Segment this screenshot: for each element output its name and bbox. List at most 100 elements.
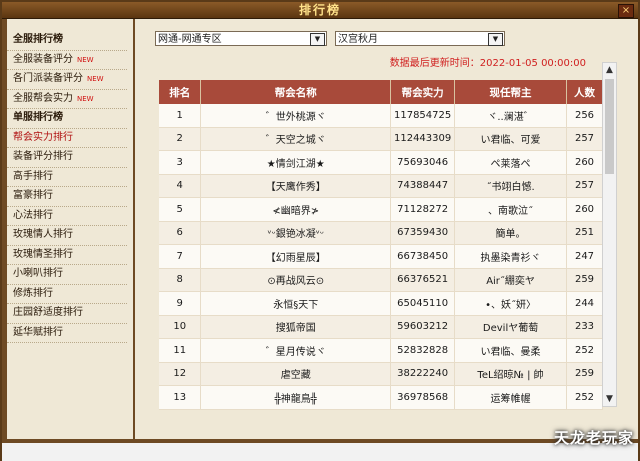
- sidebar-item[interactable]: 全服装备评分 NEW: [7, 51, 127, 70]
- sidebar-item[interactable]: 延华赋排行: [7, 324, 127, 343]
- sidebar-item-label: 全服帮会实力: [13, 92, 73, 104]
- member-count-cell: 233: [566, 315, 603, 339]
- sidebar-item-label: 帮会实力排行: [13, 131, 73, 143]
- guild-power-cell: 67359430: [390, 221, 456, 245]
- guild-leader-cell: ヾ..澜湛゛: [454, 104, 567, 128]
- member-count-cell: 257: [566, 127, 603, 151]
- guild-power-cell: 59603212: [390, 315, 456, 339]
- rank-cell: 5: [159, 197, 202, 222]
- guild-name-cell: ≮幽暗界≯: [200, 197, 392, 222]
- guild-name-cell: 【幻雨星辰】: [200, 244, 392, 269]
- rank-cell: 4: [159, 174, 202, 198]
- guild-power-cell: 117854725: [390, 104, 456, 128]
- server-select-value: 汉宫秋月: [338, 34, 378, 45]
- table-row[interactable]: 9 永恒§天下 65045110 •、妖˝妍〉 244: [159, 291, 603, 316]
- sidebar-item-label: 玫瑰情圣排行: [13, 248, 73, 260]
- table-row[interactable]: 10 搜狐帝国 59603212 Devilヤ葡萄 233: [159, 315, 603, 339]
- sidebar-item[interactable]: 心法排行: [7, 207, 127, 226]
- new-badge: NEW: [77, 55, 94, 64]
- scroll-thumb[interactable]: [605, 79, 614, 174]
- sidebar-item[interactable]: 小喇叭排行: [7, 265, 127, 285]
- table-row[interactable]: 13 ╬神龍鳥╬ 36978568 运筹帷幄 252: [159, 385, 603, 410]
- sidebar-item-label: 富豪排行: [13, 190, 53, 201]
- ranking-window: 排行榜 × 全服排行榜 全服装备评分 NEW 各门派装备评分 NEW 全服帮会实力 NEW 单…: [0, 0, 640, 461]
- guild-power-cell: 75693046: [390, 150, 456, 175]
- header-guild-power[interactable]: 帮会实力: [390, 80, 456, 104]
- sidebar: 全服排行榜 全服装备评分 NEW 各门派装备评分 NEW 全服帮会实力 NEW 单服排行榜 帮会…: [7, 19, 135, 439]
- sidebar-item-label: 全服装备评分: [13, 53, 73, 65]
- chevron-down-icon[interactable]: ▼: [310, 33, 325, 46]
- guild-leader-cell: Devilヤ葡萄: [454, 315, 567, 339]
- guild-leader-cell: •、妖˝妍〉: [454, 291, 567, 316]
- sidebar-item[interactable]: 庄园舒适度排行: [7, 304, 127, 324]
- header-rank[interactable]: 排名: [159, 80, 202, 104]
- rank-cell: 2: [159, 127, 202, 151]
- header-member-count[interactable]: 人数: [566, 80, 603, 104]
- window-title: 排行榜: [298, 3, 341, 17]
- watermark-text: 天龙老玩家: [553, 429, 634, 447]
- sidebar-item[interactable]: 帮会实力排行: [7, 129, 127, 148]
- table-row[interactable]: 3 ★情剑江湖★ 75693046 ペ莱落ペ 260: [159, 150, 603, 175]
- sidebar-item[interactable]: 玫瑰情圣排行: [7, 246, 127, 265]
- guild-power-cell: 52832828: [390, 338, 456, 363]
- guild-name-cell: ╬神龍鳥╬: [200, 385, 392, 410]
- sidebar-item[interactable]: 高手排行: [7, 168, 127, 187]
- server-select[interactable]: 汉宫秋月 ▼: [335, 31, 505, 46]
- scroll-up-arrow-icon[interactable]: ▲: [603, 63, 616, 77]
- guild-power-cell: 65045110: [390, 291, 456, 316]
- table-row[interactable]: 11 ゛星月传说ヾ 52832828 い君临、曼柔 252: [159, 338, 603, 363]
- guild-name-cell: ゛世外桃源ヾ: [200, 104, 392, 128]
- guild-leader-cell: い君临、可爱: [454, 127, 567, 151]
- header-guild-leader[interactable]: 现任帮主: [454, 80, 567, 104]
- footer-bar: [2, 443, 638, 461]
- table-row[interactable]: 7 【幻雨星辰】 66738450 执墨染青衫ヾ 247: [159, 244, 603, 269]
- sidebar-item[interactable]: 修炼排行: [7, 285, 127, 304]
- close-button[interactable]: ×: [618, 4, 634, 18]
- rank-cell: 1: [159, 104, 202, 128]
- table-row[interactable]: 6 ᵛᵕ銀铯冰凝ᵛᵕ 67359430 簡单。 251: [159, 221, 603, 245]
- rank-cell: 10: [159, 315, 202, 339]
- guild-leader-cell: Air˝綳奕ヤ: [454, 268, 567, 292]
- table-row[interactable]: 4 【天鹰作秀】 74388447 ˝书翊白憾. 257: [159, 174, 603, 198]
- guild-leader-cell: 簡单。: [454, 221, 567, 245]
- member-count-cell: 252: [566, 385, 603, 410]
- region-select[interactable]: 网通-网通专区 ▼: [155, 31, 327, 46]
- main-panel: 网通-网通专区 ▼ 汉宫秋月 ▼ 数据最后更新时间：2022-01-05 00:…: [137, 19, 620, 439]
- sidebar-item-label: 全服排行榜: [13, 34, 63, 45]
- guild-power-cell: 74388447: [390, 174, 456, 198]
- table-row[interactable]: 12 虐空藏 38222240 TeL绍晾№ | 帥 259: [159, 362, 603, 386]
- sidebar-item[interactable]: 玫瑰情人排行: [7, 226, 127, 246]
- rank-cell: 13: [159, 385, 202, 410]
- table-row[interactable]: 2 ゛天空之城ヾ 112443309 い君临、可爱 257: [159, 127, 603, 151]
- sidebar-item[interactable]: 各门派装备评分 NEW: [7, 70, 127, 90]
- guild-name-cell: 永恒§天下: [200, 291, 392, 316]
- sidebar-item[interactable]: 全服帮会实力 NEW: [7, 90, 127, 109]
- member-count-cell: 251: [566, 221, 603, 245]
- guild-leader-cell: い君临、曼柔: [454, 338, 567, 363]
- table-row[interactable]: 1 ゛世外桃源ヾ 117854725 ヾ..澜湛゛ 256: [159, 104, 603, 128]
- guild-leader-cell: 执墨染青衫ヾ: [454, 244, 567, 269]
- chevron-down-icon[interactable]: ▼: [488, 33, 503, 46]
- new-badge: NEW: [87, 75, 104, 83]
- ranking-table: 排名 帮会名称 帮会实力 现任帮主 人数 1 ゛世外桃源ヾ 117854725 ヾ..…: [159, 80, 603, 410]
- title-bar: 排行榜 ×: [2, 2, 638, 19]
- guild-name-cell: 搜狐帝国: [200, 315, 392, 339]
- guild-leader-cell: 运筹帷幄: [454, 385, 567, 410]
- scroll-down-arrow-icon[interactable]: ▼: [603, 392, 616, 406]
- sidebar-item-label: 庄园舒适度排行: [13, 307, 83, 318]
- table-scrollbar[interactable]: ▲ ▼: [602, 62, 617, 407]
- sidebar-item[interactable]: 装备评分排行: [7, 148, 127, 168]
- guild-leader-cell: ˝书翊白憾.: [454, 174, 567, 198]
- sidebar-item-label: 延华赋排行: [13, 326, 63, 338]
- guild-leader-cell: TeL绍晾№ | 帥: [454, 362, 567, 386]
- table-row[interactable]: 8 ⊙再战风云⊙ 66376521 Air˝綳奕ヤ 259: [159, 268, 603, 292]
- sidebar-item-label: 各门派装备评分: [13, 73, 83, 84]
- sidebar-item-label: 单服排行榜: [13, 112, 63, 123]
- sidebar-section-header: 单服排行榜: [7, 109, 127, 129]
- sidebar-item-label: 玫瑰情人排行: [13, 229, 73, 240]
- header-guild-name[interactable]: 帮会名称: [200, 80, 392, 104]
- member-count-cell: 259: [566, 268, 603, 292]
- member-count-cell: 244: [566, 291, 603, 316]
- sidebar-item[interactable]: 富豪排行: [7, 187, 127, 207]
- table-row[interactable]: 5 ≮幽暗界≯ 71128272 、南歌泣˝ 260: [159, 197, 603, 222]
